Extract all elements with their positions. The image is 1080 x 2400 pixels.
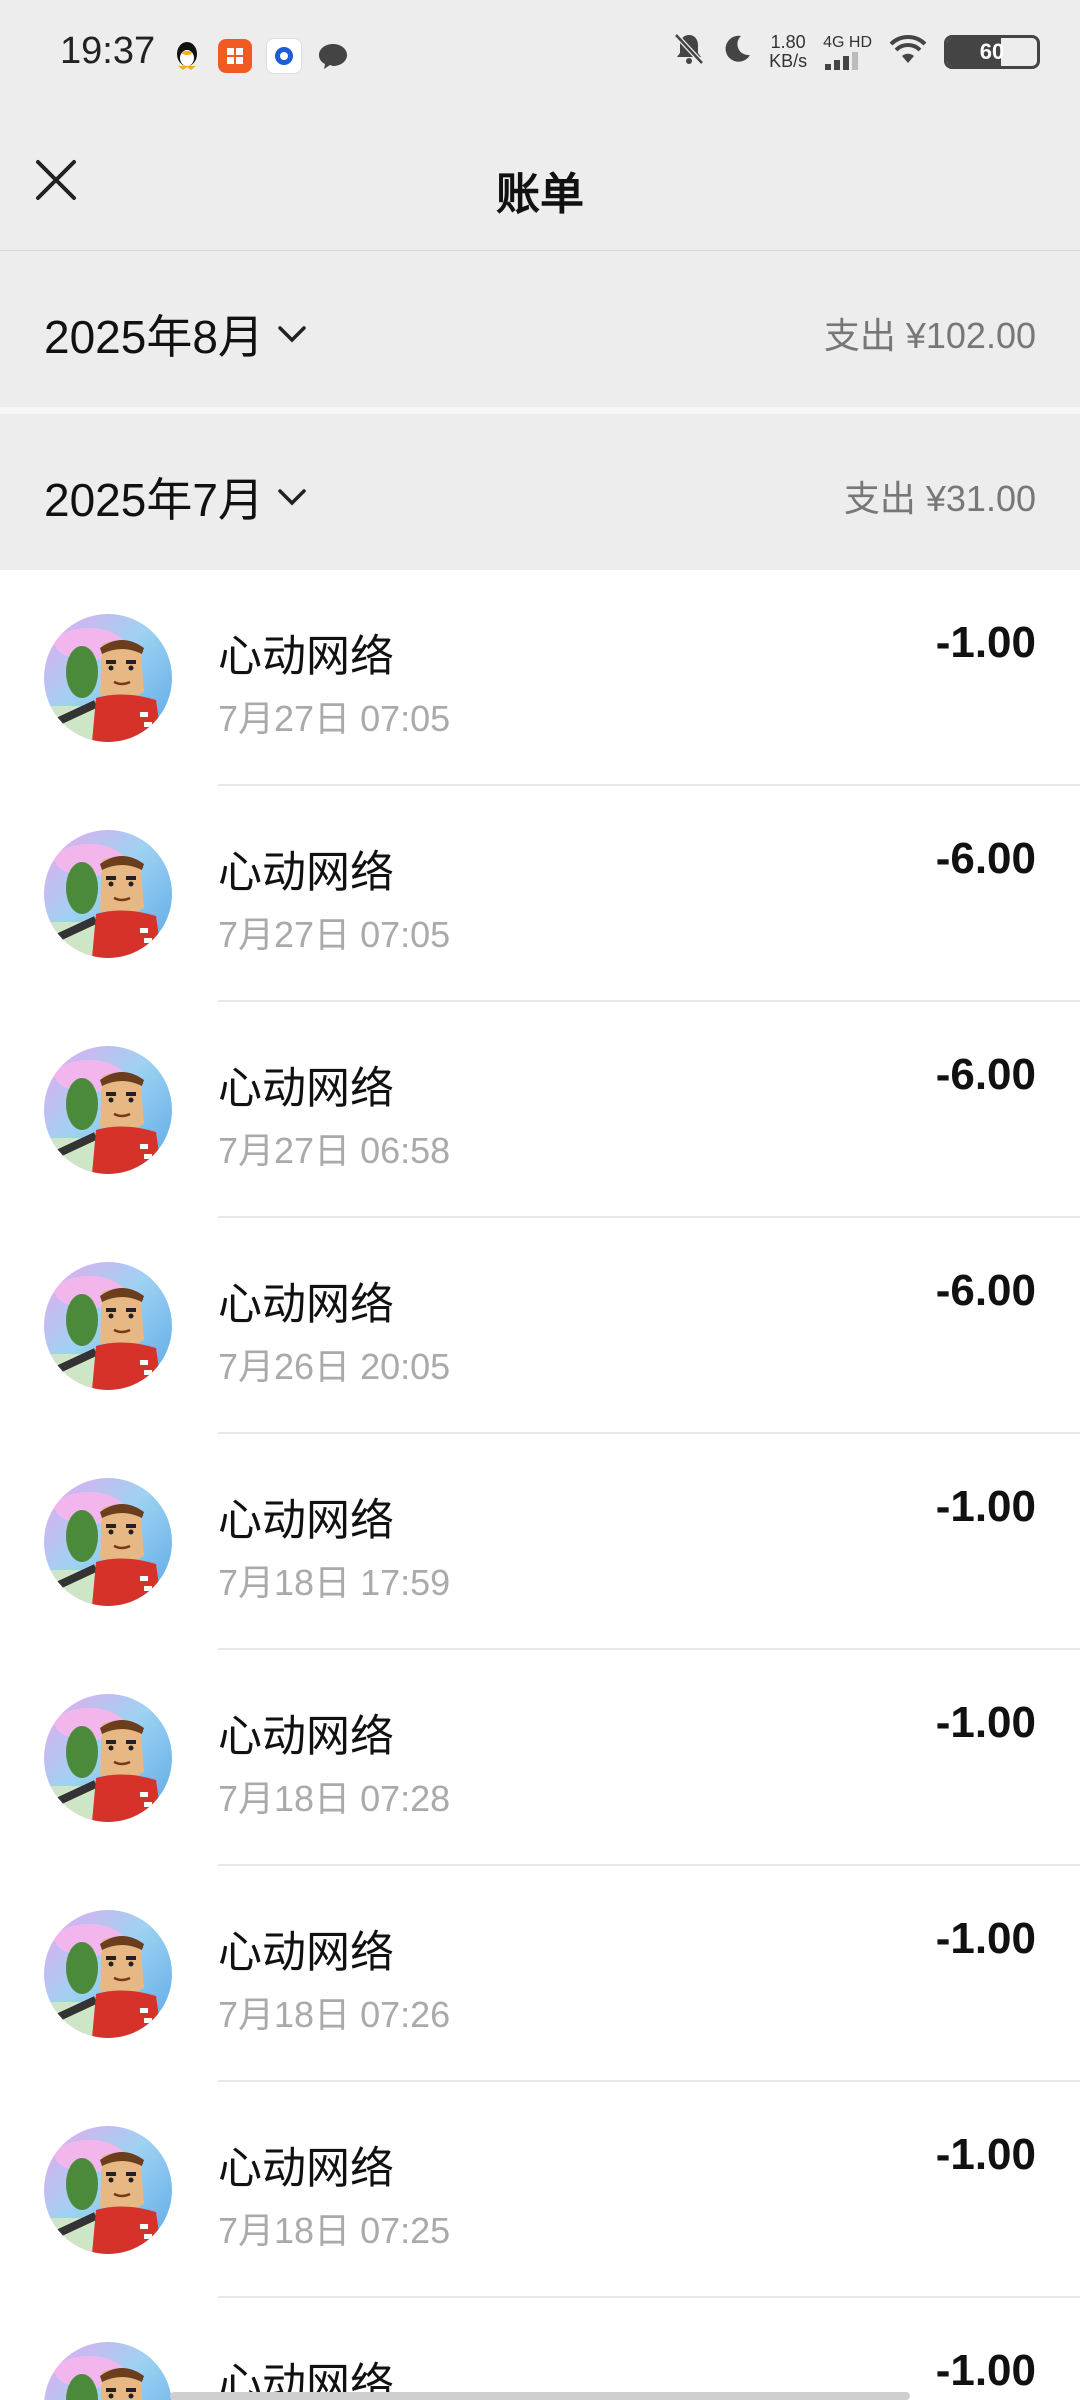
merchant-avatar — [44, 830, 172, 958]
merchant-avatar — [44, 1262, 172, 1390]
transaction-amount: -1.00 — [935, 2130, 1036, 2179]
signal-bars-icon — [825, 51, 859, 70]
month-summary: 支出 ¥102.00 — [823, 315, 1036, 356]
transaction-amount: -1.00 — [935, 1698, 1036, 1747]
transaction-row[interactable]: 心动网络 7月18日 07:28 -1.00 — [0, 1650, 1080, 1866]
merchant-name: 心动网络 — [218, 1712, 394, 1761]
transaction-row[interactable]: 心动网络 7月18日 07:26 -1.00 — [0, 1866, 1080, 2082]
header: 账单 — [0, 112, 1080, 251]
cellular-signal: 4G HD — [823, 34, 872, 70]
status-bar: 19:37 1.80 KB/s 4G HD 60 — [0, 0, 1080, 112]
transaction-amount: -1.00 — [935, 1482, 1036, 1531]
transaction-time: 7月18日 07:28 — [218, 1778, 451, 1819]
app-icon-blue — [266, 38, 302, 74]
mute-icon — [673, 32, 705, 71]
month-label: 2025年8月 — [44, 311, 264, 363]
month-selector[interactable]: 2025年7月 — [44, 464, 308, 530]
merchant-avatar — [44, 1694, 172, 1822]
transaction-amount: -1.00 — [935, 1914, 1036, 1963]
transaction-time: 7月27日 07:05 — [218, 914, 451, 955]
merchant-avatar — [44, 614, 172, 742]
message-icon — [316, 39, 350, 73]
page-title: 账单 — [496, 170, 584, 219]
merchant-avatar — [44, 1046, 172, 1174]
month-section-jul[interactable]: 2025年7月 支出 ¥31.00 — [0, 414, 1080, 570]
notification-icons — [170, 38, 350, 74]
merchant-name: 心动网络 — [218, 632, 394, 681]
merchant-avatar — [44, 1478, 172, 1606]
transaction-time: 7月27日 07:05 — [218, 698, 451, 739]
merchant-name: 心动网络 — [218, 1496, 394, 1545]
month-summary: 支出 ¥31.00 — [843, 478, 1036, 519]
merchant-name: 心动网络 — [218, 2144, 394, 2193]
merchant-name: 心动网络 — [218, 1280, 394, 1329]
month-label: 2025年7月 — [44, 474, 264, 526]
transaction-time: 7月26日 20:05 — [218, 1346, 451, 1387]
merchant-name: 心动网络 — [218, 1064, 394, 1113]
chevron-down-icon — [278, 326, 306, 343]
merchant-name: 心动网络 — [218, 1928, 394, 1977]
transaction-time: 7月18日 07:25 — [218, 2210, 451, 2251]
network-type: 4G HD — [823, 33, 872, 51]
transaction-amount: -6.00 — [935, 834, 1036, 883]
merchant-avatar — [44, 2126, 172, 2254]
merchant-avatar — [44, 2342, 172, 2400]
transaction-amount: -1.00 — [935, 618, 1036, 667]
transaction-row[interactable]: 心动网络 7月18日 17:59 -1.00 — [0, 1434, 1080, 1650]
transaction-row[interactable]: 心动网络 7月27日 07:05 -6.00 — [0, 786, 1080, 1002]
moon-icon — [721, 33, 753, 70]
transaction-row[interactable]: 心动网络 7月18日 07:25 -1.00 — [0, 2082, 1080, 2298]
transaction-amount: -6.00 — [935, 1050, 1036, 1099]
transaction-list[interactable]: 心动网络 7月27日 07:05 -1.00 心动网络 7月27日 07:05 … — [0, 570, 1080, 2400]
merchant-avatar — [44, 1910, 172, 2038]
qq-icon — [170, 39, 204, 73]
section-divider — [0, 407, 1080, 414]
chevron-down-icon — [278, 489, 306, 506]
net-speed-unit: KB/s — [769, 50, 808, 71]
transaction-row[interactable]: 心动网络 7月27日 07:05 -1.00 — [0, 570, 1080, 786]
battery-icon: 60 — [944, 34, 1040, 69]
month-section-aug[interactable]: 2025年8月 支出 ¥102.00 — [0, 251, 1080, 407]
transaction-time: 7月27日 06:58 — [218, 1130, 451, 1171]
merchant-name: 心动网络 — [218, 848, 394, 897]
net-speed: 1.80 KB/s — [769, 31, 808, 71]
transaction-amount: -1.00 — [935, 2346, 1036, 2395]
month-selector[interactable]: 2025年8月 — [44, 301, 308, 367]
transaction-row[interactable]: 心动网络 7月27日 06:58 -6.00 — [0, 1002, 1080, 1218]
transaction-row[interactable]: 心动网络 -1.00 — [0, 2298, 1080, 2400]
status-time: 19:37 — [60, 30, 156, 72]
transaction-time: 7月18日 07:26 — [218, 1994, 451, 2035]
system-icons: 1.80 KB/s 4G HD 60 — [673, 32, 1040, 71]
app-icon-orange — [218, 39, 252, 73]
transaction-row[interactable]: 心动网络 7月26日 20:05 -6.00 — [0, 1218, 1080, 1434]
battery-level: 60 — [979, 38, 1005, 64]
transaction-amount: -6.00 — [935, 1266, 1036, 1315]
scroll-indicator — [170, 2392, 910, 2400]
transaction-time: 7月18日 17:59 — [218, 1562, 451, 1603]
wifi-icon — [888, 33, 928, 70]
net-speed-value: 1.80 — [770, 31, 806, 52]
